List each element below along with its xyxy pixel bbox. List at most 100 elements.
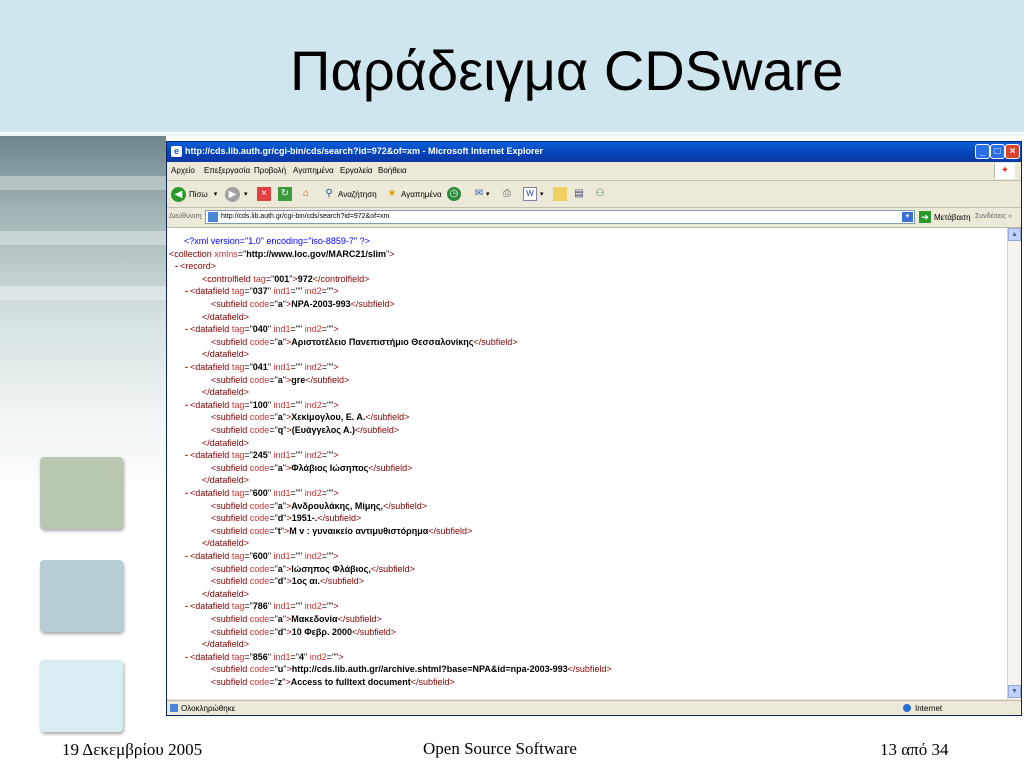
status-text: Ολοκληρώθηκε — [181, 704, 236, 713]
xml-line: <subfield code="a">Ιώσηπος Φλάβιος,</sub… — [211, 563, 415, 574]
xml-line: <subfield code="a">Αριστοτέλειο Πανεπιστ… — [211, 336, 518, 347]
history-icon: ◷ — [447, 187, 461, 201]
xml-line: <subfield code="q">(Ευάγγελος Α.)</subfi… — [211, 425, 400, 435]
history-button[interactable]: ◷ — [447, 186, 461, 202]
favorites-label: Αγαπημένα — [401, 189, 442, 199]
back-button[interactable]: ◀ Πίσω ▾ — [171, 186, 217, 202]
refresh-icon: ↻ — [278, 187, 292, 201]
address-label: Διεύθυνση — [169, 213, 202, 220]
decor-square-light — [40, 660, 123, 732]
xml-line: <subfield code="a">Μακεδονία</subfield> — [211, 614, 382, 624]
forward-dropdown-icon[interactable]: ▾ — [244, 190, 248, 198]
discuss-button[interactable] — [553, 186, 567, 202]
search-button[interactable]: ⚲ Αναζήτηση — [322, 186, 377, 202]
research-icon: ▤ — [574, 188, 584, 199]
xml-line: <subfield code="a">Ανδρουλάκης, Μίμης,</… — [211, 500, 428, 511]
decor-streak — [0, 176, 166, 190]
home-button[interactable]: ⌂ — [299, 186, 313, 202]
go-button[interactable]: ➜ Μετάβαση — [919, 211, 971, 223]
xml-line[interactable]: - <datafield tag="037" ind1="" ind2=""> — [185, 286, 339, 296]
edit-button[interactable]: W ▾ — [523, 186, 544, 202]
xml-line: <subfield code="a">gre</subfield> — [211, 374, 350, 385]
menu-view[interactable]: Προβολή — [254, 166, 286, 175]
xml-line: </datafield> — [202, 311, 250, 322]
address-input[interactable]: http://cds.lib.auth.gr/cgi-bin/cds/searc… — [205, 210, 915, 224]
stop-button[interactable]: × — [257, 186, 271, 202]
internet-globe-icon — [903, 704, 911, 712]
footer-date: 19 Δεκεμβρίου 2005 — [62, 740, 203, 759]
browser-titlebar[interactable]: e http://cds.lib.auth.gr/cgi-bin/cds/sea… — [167, 142, 1021, 162]
xml-line[interactable]: - <datafield tag="041" ind1="" ind2=""> — [185, 362, 339, 372]
menu-favorites[interactable]: Αγαπημένα — [293, 166, 334, 175]
favorites-button[interactable]: ★ Αγαπημένα — [385, 186, 442, 202]
maximize-button[interactable]: □ — [990, 144, 1005, 159]
xml-line: <subfield code="d">10 Φεβρ. 2000</subfie… — [211, 626, 397, 637]
menu-edit[interactable]: Επεξεργασία — [204, 166, 250, 175]
scroll-down-icon[interactable]: ▼ — [1008, 685, 1021, 698]
forward-button[interactable]: ▶ ▾ — [225, 186, 248, 202]
mail-button[interactable]: ✉ ▾ — [472, 186, 490, 202]
footer-page-number: 13 από 34 — [880, 740, 949, 759]
menu-bar: Αρχείο Επεξεργασία Προβολή Αγαπημένα Εργ… — [167, 162, 1021, 181]
mail-dropdown-icon[interactable]: ▾ — [486, 190, 490, 198]
xml-line[interactable]: - <datafield tag="856" ind1="4" ind2=""> — [185, 652, 344, 662]
messenger-icon: ⚇ — [595, 188, 605, 199]
page-done-icon — [170, 704, 178, 712]
back-dropdown-icon[interactable]: ▾ — [214, 190, 218, 198]
xml-line[interactable]: - <record> — [175, 261, 216, 271]
refresh-button[interactable]: ↻ — [278, 186, 292, 202]
print-icon: ⎙ — [503, 188, 511, 199]
xml-line: <subfield code="d">1951-.</subfield> — [211, 513, 362, 524]
home-icon: ⌂ — [302, 188, 310, 199]
windows-logo-icon: ✦ — [994, 163, 1015, 179]
xml-line: </datafield> — [202, 475, 250, 486]
address-bar: Διεύθυνση http://cds.lib.auth.gr/cgi-bin… — [167, 208, 1021, 228]
ie-icon: e — [171, 146, 182, 157]
research-button[interactable]: ▤ — [572, 186, 586, 202]
close-button[interactable]: × — [1005, 144, 1020, 159]
xml-line: </datafield> — [202, 349, 250, 360]
minimize-button[interactable]: _ — [975, 144, 990, 159]
xml-line: <subfield code="u">http://cds.lib.auth.g… — [211, 664, 612, 675]
address-value: http://cds.lib.auth.gr/cgi-bin/cds/searc… — [221, 213, 390, 220]
browser-toolbar: ◀ Πίσω ▾ ▶ ▾ × ↻ ⌂ ⚲ Αναζήτηση ★ Αγαπημέ… — [167, 181, 1021, 208]
vertical-scrollbar[interactable]: ▲ ▼ — [1007, 228, 1021, 699]
footer-title: Open Source Software — [423, 739, 577, 758]
xml-line: <subfield code="a">Χεκίμογλου, Ε. Α.</su… — [211, 412, 410, 423]
go-label: Μετάβαση — [934, 212, 971, 222]
messenger-button[interactable]: ⚇ — [593, 186, 607, 202]
print-button[interactable]: ⎙ — [500, 186, 514, 202]
search-label: Αναζήτηση — [338, 189, 377, 199]
page-icon — [208, 212, 218, 222]
xml-line[interactable]: - <datafield tag="100" ind1="" ind2=""> — [185, 400, 339, 410]
links-label: Συνδέσεις — [975, 213, 1007, 220]
xml-line: <?xml version="1.0" encoding="iso-8859-7… — [184, 236, 370, 246]
xml-document-view: <?xml version="1.0" encoding="iso-8859-7… — [167, 228, 1007, 699]
scroll-up-icon[interactable]: ▲ — [1008, 228, 1021, 241]
back-arrow-icon: ◀ — [171, 186, 186, 202]
xml-line[interactable]: - <datafield tag="786" ind1="" ind2=""> — [185, 601, 339, 611]
menu-tools[interactable]: Εργαλεία — [340, 166, 372, 175]
go-arrow-icon: ➜ — [919, 211, 931, 223]
browser-window: e http://cds.lib.auth.gr/cgi-bin/cds/sea… — [166, 141, 1022, 716]
decor-streak — [0, 231, 166, 245]
edit-dropdown-icon[interactable]: ▾ — [540, 190, 544, 198]
xml-line[interactable]: -<collection xmlns="http://www.loc.gov/M… — [167, 249, 394, 259]
xml-line[interactable]: - <datafield tag="600" ind1="" ind2=""> — [185, 488, 339, 498]
address-dropdown-icon[interactable]: ▾ — [902, 212, 913, 222]
window-title: http://cds.lib.auth.gr/cgi-bin/cds/searc… — [185, 146, 544, 156]
favorites-star-icon: ★ — [387, 188, 397, 199]
links-button[interactable]: Συνδέσεις » — [975, 213, 1012, 220]
xml-line: </datafield> — [202, 588, 250, 599]
xml-line: <subfield code="a">NPA-2003-993</subfiel… — [211, 299, 395, 309]
xml-line[interactable]: - <datafield tag="600" ind1="" ind2=""> — [185, 551, 339, 561]
decor-square-blue — [40, 560, 123, 632]
xml-line[interactable]: - <datafield tag="245" ind1="" ind2=""> — [185, 450, 339, 460]
decor-square-green — [40, 457, 123, 529]
xml-line[interactable]: - <datafield tag="040" ind1="" ind2=""> — [185, 324, 339, 334]
xml-line: </datafield> — [202, 639, 250, 650]
forward-arrow-icon: ▶ — [225, 186, 240, 202]
menu-help[interactable]: Βοήθεια — [378, 166, 407, 175]
menu-file[interactable]: Αρχείο — [171, 166, 195, 175]
stop-icon: × — [257, 187, 271, 201]
